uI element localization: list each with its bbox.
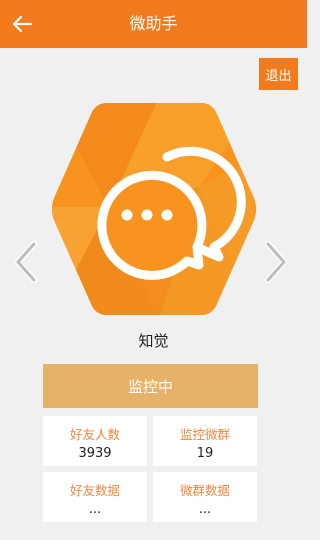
page-title: 微助手 [129, 14, 178, 33]
stat-card-friend-data[interactable]: 好友数据 ... [43, 472, 147, 522]
stat-card-monitored-groups[interactable]: 监控微群 19 [153, 416, 257, 466]
stat-value: ... [88, 502, 102, 517]
stat-value: ... [198, 502, 212, 517]
back-arrow-icon [12, 15, 33, 33]
logout-button[interactable]: 退出 [259, 58, 298, 90]
top-bar: 微助手 [0, 0, 307, 48]
monitoring-status-button[interactable]: 监控中 [43, 364, 258, 408]
stat-label: 好友数据 [69, 483, 120, 498]
previous-arrow-icon[interactable] [10, 240, 40, 284]
stat-value: 3939 [78, 446, 112, 461]
stat-value: 19 [196, 446, 214, 461]
mode-name: 知觉 [138, 332, 169, 350]
next-arrow-icon[interactable] [262, 240, 292, 284]
stat-card-friend-count[interactable]: 好友人数 3939 [43, 416, 147, 466]
stat-label: 好友人数 [69, 427, 120, 442]
back-button[interactable] [8, 10, 36, 38]
stat-label: 监控微群 [179, 427, 230, 442]
stat-label: 微群数据 [179, 483, 230, 498]
stat-card-group-data[interactable]: 微群数据 ... [153, 472, 257, 522]
mode-hexagon[interactable] [49, 97, 259, 321]
